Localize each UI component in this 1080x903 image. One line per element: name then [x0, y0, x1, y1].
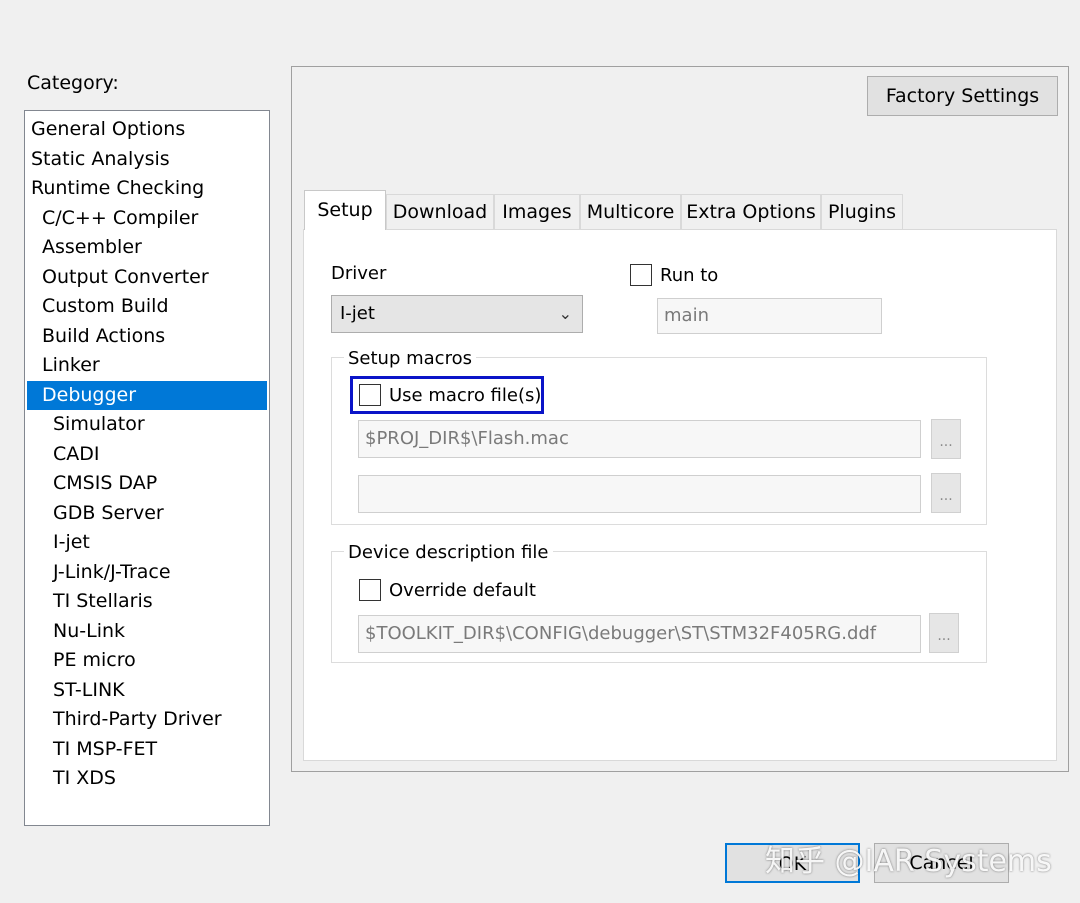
tab-setup[interactable]: Setup — [304, 190, 386, 230]
category-item-i-jet[interactable]: I-jet — [27, 528, 267, 557]
run-to-checkbox[interactable] — [630, 264, 652, 286]
macro-file-input-2[interactable] — [358, 475, 921, 513]
category-item-gdb-server[interactable]: GDB Server — [27, 499, 267, 528]
category-item-c-c-compiler[interactable]: C/C++ Compiler — [27, 204, 267, 233]
category-item-nu-link[interactable]: Nu-Link — [27, 617, 267, 646]
category-item-cadi[interactable]: CADI — [27, 440, 267, 469]
tab-plugins[interactable]: Plugins — [821, 194, 903, 229]
tab-images[interactable]: Images — [494, 194, 580, 229]
category-item-debugger[interactable]: Debugger — [27, 380, 267, 410]
tab-multicore[interactable]: Multicore — [580, 194, 681, 229]
category-item-static-analysis[interactable]: Static Analysis — [27, 145, 267, 174]
category-item-ti-stellaris[interactable]: TI Stellaris — [27, 587, 267, 616]
tab-download[interactable]: Download — [386, 194, 494, 229]
category-label: Category: — [27, 72, 119, 94]
tab-extra-options[interactable]: Extra Options — [681, 194, 821, 229]
factory-settings-button[interactable]: Factory Settings — [867, 76, 1058, 116]
macro-browse-button-1[interactable]: ... — [931, 419, 961, 459]
category-item-third-party-driver[interactable]: Third-Party Driver — [27, 705, 267, 734]
device-description-title: Device description file — [344, 542, 553, 563]
category-item-ti-msp-fet[interactable]: TI MSP-FET — [27, 735, 267, 764]
watermark-text: 知乎 @IAR Systems — [765, 844, 1052, 879]
override-default-label: Override default — [389, 580, 536, 601]
driver-value: I-jet — [340, 303, 375, 324]
category-item-pe-micro[interactable]: PE micro — [27, 646, 267, 675]
category-item-custom-build[interactable]: Custom Build — [27, 292, 267, 321]
driver-label: Driver — [331, 263, 387, 284]
run-to-label: Run to — [660, 265, 719, 286]
category-item-runtime-checking[interactable]: Runtime Checking — [27, 174, 267, 203]
macro-file-input-1[interactable]: $PROJ_DIR$\Flash.mac — [358, 420, 921, 458]
category-item-output-converter[interactable]: Output Converter — [27, 263, 267, 292]
run-to-input[interactable]: main — [657, 298, 882, 334]
category-item-simulator[interactable]: Simulator — [27, 410, 267, 439]
category-item-ti-xds[interactable]: TI XDS — [27, 764, 267, 793]
highlight-box — [350, 376, 544, 414]
chevron-down-icon: ⌄ — [558, 304, 572, 323]
setup-macros-title: Setup macros — [344, 348, 476, 369]
category-item-cmsis-dap[interactable]: CMSIS DAP — [27, 469, 267, 498]
ddf-path-input[interactable]: $TOOLKIT_DIR$\CONFIG\debugger\ST\STM32F4… — [358, 615, 921, 653]
category-item-general-options[interactable]: General Options — [27, 115, 267, 144]
category-item-j-link-j-trace[interactable]: J-Link/J-Trace — [27, 558, 267, 587]
category-item-assembler[interactable]: Assembler — [27, 233, 267, 262]
macro-browse-button-2[interactable]: ... — [931, 473, 961, 513]
category-item-linker[interactable]: Linker — [27, 351, 267, 380]
ddf-browse-button[interactable]: ... — [929, 613, 959, 653]
category-item-build-actions[interactable]: Build Actions — [27, 322, 267, 351]
override-default-checkbox[interactable] — [359, 579, 381, 601]
driver-select[interactable]: I-jet ⌄ — [331, 295, 583, 333]
category-item-st-link[interactable]: ST-LINK — [27, 676, 267, 705]
category-tree[interactable]: General Options Static Analysis Runtime Ch… — [24, 110, 270, 826]
